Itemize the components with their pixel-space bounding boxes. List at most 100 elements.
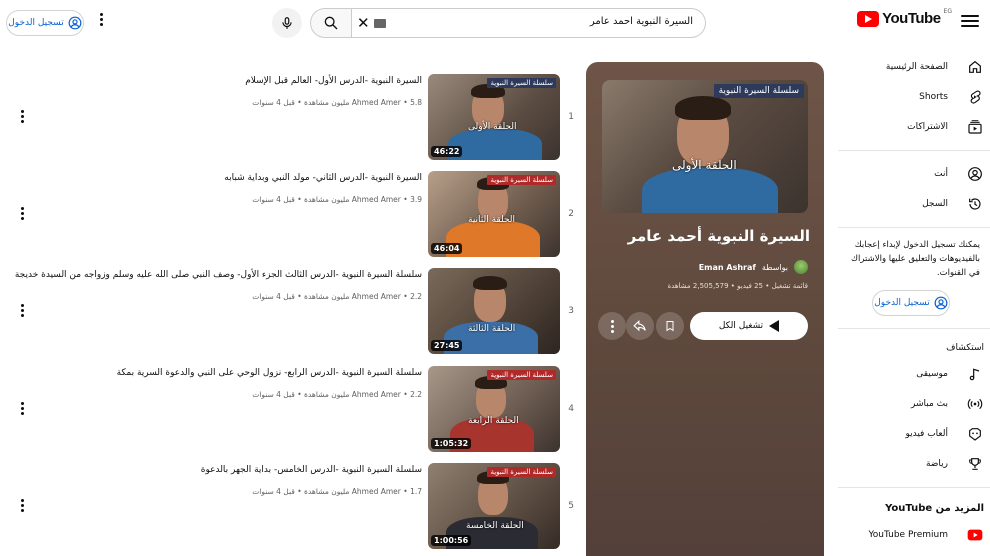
thumbnail-caption: الحلقة الأولى [468,122,517,132]
history-icon [966,195,984,213]
thumbnail-banner: سلسلة السيرة النبوية [487,175,556,185]
thumbnail-caption: الحلقة الخامسة [466,521,524,531]
sidebar-divider [838,227,990,228]
sidebar-item-subscriptions[interactable]: الاشتراكات [838,112,990,142]
playlist-more-icon[interactable] [598,312,626,340]
microphone-icon [282,17,292,29]
sidebar-item-history[interactable]: السجل [838,189,990,219]
video-thumbnail[interactable]: سلسلة السيرة النبوية الحلقة الرابعة 1:05… [428,366,560,452]
video-index: 3 [568,306,574,316]
youtube-play-icon [857,10,880,27]
video-channel[interactable]: Ahmed Amer [352,390,401,399]
video-title[interactable]: سلسلة السيرة النبوية -الدرس الرابع- نزول… [117,368,422,378]
gaming-icon [966,425,984,443]
sidebar-item-label: موسيقى [916,369,948,379]
playlist-meta: قائمة تشغيل • 25 فيديو • 2,505,579 مشاهد… [667,282,808,290]
video-thumbnail[interactable]: سلسلة السيرة النبوية الحلقة الأولى 46:22 [428,74,560,160]
video-thumbnail[interactable]: الحلقة الثالثة 27:45 [428,268,560,354]
sidebar-divider [838,487,990,488]
sidebar-divider [838,150,990,151]
video-more-icon[interactable] [21,402,24,415]
thumbnail-banner: سلسلة السيرة النبوية [487,370,556,380]
search-icon [324,16,338,30]
video-title[interactable]: السيرة النبوية -الدرس الثاني- مولد النبي… [224,173,422,183]
playlist-video-row[interactable]: 2 سلسلة السيرة النبوية الحلقة الثانية 46… [0,171,586,259]
sidebar-item-sports[interactable]: رياضة [838,449,990,479]
account-icon [68,16,82,30]
more-options-icon[interactable] [97,13,105,31]
thumbnail-banner: سلسلة السيرة النبوية [487,467,556,477]
thumbnail-figure [675,96,731,120]
playlist-video-row[interactable]: 4 سلسلة السيرة النبوية الحلقة الرابعة 1:… [0,366,586,454]
sidebar-item-youtube-premium[interactable]: YouTube Premium [838,520,990,550]
playlist-thumbnail[interactable]: سلسلة السيرة النبوية الحلقة الأولى [602,80,808,213]
video-index: 5 [568,501,574,511]
playlist-title: السيرة النبوية أحمد عامر [627,227,810,245]
sidebar-signin-button[interactable]: تسجيل الدخول [872,290,950,316]
sidebar-item-you[interactable]: أنت [838,159,990,189]
sidebar-item-label: الاشتراكات [907,122,948,132]
user-icon [966,165,984,183]
share-button[interactable] [626,312,654,340]
sidebar-item-live[interactable]: بث مباشر [838,389,990,419]
video-more-icon[interactable] [21,207,24,220]
save-playlist-button[interactable] [656,312,684,340]
video-duration: 27:45 [431,340,463,351]
signin-button[interactable]: تسجيل الدخول [6,10,84,36]
sidebar-item-home[interactable]: الصفحة الرئيسية [838,52,990,82]
video-channel[interactable]: Ahmed Amer [352,487,401,496]
sidebar-item-shorts[interactable]: Shorts [838,82,990,112]
youtube-logo[interactable]: YouTube EG [857,8,952,27]
playlist-video-row[interactable]: 3 الحلقة الثالثة 27:45 سلسلة السيرة النب… [0,268,586,356]
sidebar-item-label: YouTube Premium [868,530,948,540]
sidebar-item-label: الصفحة الرئيسية [885,62,948,72]
video-more-icon[interactable] [21,499,24,512]
playlist-owner[interactable]: بواسطة Eman Ashraf [699,260,808,274]
sidebar: الصفحة الرئيسية Shorts الاشتراكات أنت ال… [838,52,990,550]
video-index: 1 [568,112,574,122]
thumbnail-figure [642,168,778,213]
video-index: 4 [568,404,574,414]
sidebar-item-label: ألعاب فيديو [905,429,948,439]
play-all-button[interactable]: تشغيل الكل [690,312,808,340]
clear-search-icon[interactable]: ✕ [357,14,370,32]
thumbnail-caption: الحلقة الثالثة [468,324,516,334]
sidebar-item-music[interactable]: موسيقى [838,359,990,389]
play-icon [769,320,780,332]
video-title[interactable]: سلسلة السيرة النبوية -الدرس الخامس- بداي… [201,465,422,475]
video-title[interactable]: السيرة النبوية -الدرس الأول- العالم قبل … [245,76,422,86]
search-input[interactable]: السيرة النبوية احمد عامر [590,16,693,27]
playlist-video-row[interactable]: 1 سلسلة السيرة النبوية الحلقة الأولى 46:… [0,74,586,162]
music-icon [966,365,984,383]
trophy-icon [966,455,984,473]
thumbnail-caption: الحلقة الرابعة [468,416,519,426]
youtube-premium-icon [966,526,984,544]
video-thumbnail[interactable]: سلسلة السيرة النبوية الحلقة الثانية 46:0… [428,171,560,257]
video-meta: Ahmed Amer • 5.8 مليون مشاهدة • قبل 4 سن… [252,98,422,107]
video-title[interactable]: سلسلة السيرة النبوية -الدرس الثالث الجزء… [15,270,422,280]
video-channel[interactable]: Ahmed Amer [352,195,401,204]
keyboard-icon[interactable] [374,19,386,28]
video-duration: 46:22 [431,146,463,157]
video-meta: Ahmed Amer • 2.2 مليون مشاهدة • قبل 4 سن… [252,390,422,399]
video-meta: Ahmed Amer • 2.2 مليون مشاهدة • قبل 4 سن… [252,292,422,301]
video-duration: 46:04 [431,243,463,254]
video-channel[interactable]: Ahmed Amer [352,292,401,301]
video-channel[interactable]: Ahmed Amer [352,98,401,107]
sidebar-item-label: رياضة [925,459,948,469]
sidebar-item-label: السجل [922,199,948,209]
search-box[interactable]: السيرة النبوية احمد عامر ✕ [352,8,706,38]
voice-search-button[interactable] [272,8,302,38]
sidebar-item-gaming[interactable]: ألعاب فيديو [838,419,990,449]
home-icon [966,58,984,76]
search-button[interactable] [310,8,352,38]
owner-name[interactable]: Eman Ashraf [699,263,756,272]
subscriptions-icon [966,118,984,136]
menu-icon[interactable] [960,12,980,30]
playlist-video-row[interactable]: 5 سلسلة السيرة النبوية الحلقة الخامسة 1:… [0,463,586,551]
bookmark-icon [666,321,674,332]
video-more-icon[interactable] [21,304,24,317]
video-more-icon[interactable] [21,110,24,123]
video-thumbnail[interactable]: سلسلة السيرة النبوية الحلقة الخامسة 1:00… [428,463,560,549]
owner-avatar[interactable] [794,260,808,274]
